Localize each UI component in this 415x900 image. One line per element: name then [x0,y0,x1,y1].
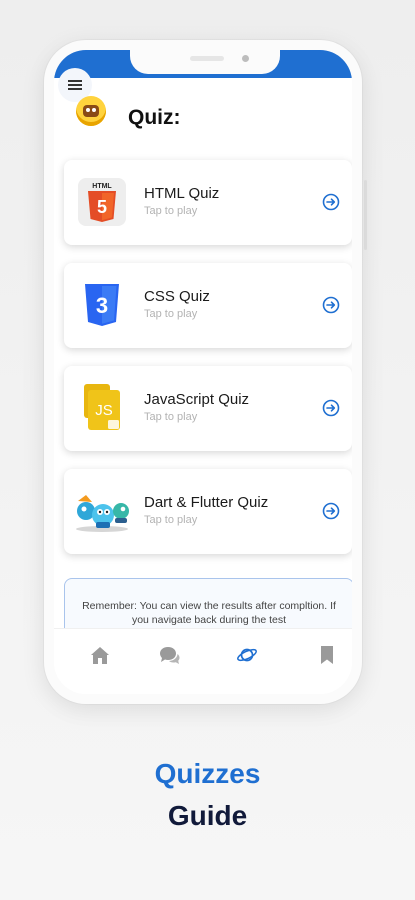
speaker-grille [190,56,224,61]
html5-logo-icon: HTML 5 [76,176,128,228]
quiz-mascot-logo [76,96,106,126]
page-title: Quiz: [128,106,181,129]
arrow-circle-right-icon[interactable] [322,193,340,211]
quiz-title: JavaScript Quiz [144,391,250,408]
app-screen: Quiz: HTML 5 HTML Quiz Tap to play 3 CSS… [54,50,352,694]
javascript-file-icon: JS [76,382,128,434]
quiz-card-css[interactable]: 3 CSS Quiz Tap to play [64,263,352,348]
quiz-title: CSS Quiz [144,288,210,305]
phone-notch [130,50,280,74]
quiz-subtitle: Tap to play [144,205,198,217]
js-badge-text: JS [95,402,113,419]
quiz-subtitle: Tap to play [144,411,198,423]
home-icon[interactable] [89,644,111,666]
css3-logo-icon: 3 [76,279,128,331]
bookmark-icon[interactable] [316,644,338,666]
chat-bubbles-icon[interactable] [158,644,180,666]
quiz-subtitle: Tap to play [144,308,198,320]
quiz-subtitle: Tap to play [144,514,198,526]
arrow-circle-right-icon[interactable] [322,502,340,520]
tagline-subtitle: Guide [167,800,248,831]
dart-flutter-mascots-icon [72,485,132,537]
arrow-circle-right-icon[interactable] [322,399,340,417]
status-bar [54,50,352,78]
quiz-title: HTML Quiz [144,185,220,202]
quiz-card-javascript[interactable]: JS JavaScript Quiz Tap to play [64,366,352,451]
front-camera [242,55,249,62]
phone-side-button [364,180,367,250]
html-badge-text: HTML [92,183,112,190]
quiz-title: Dart & Flutter Quiz [144,494,269,511]
phone-frame: Quiz: HTML 5 HTML Quiz Tap to play 3 CSS… [44,40,362,704]
svg-text:5: 5 [97,197,107,217]
notice-text: Remember: You can view the results after… [82,600,336,626]
tagline-title: Quizzes [154,758,261,789]
bottom-navigation [54,628,352,694]
quiz-card-dart-flutter[interactable]: Dart & Flutter Quiz Tap to play [64,469,352,554]
quiz-card-html[interactable]: HTML 5 HTML Quiz Tap to play [64,160,352,245]
svg-text:3: 3 [96,293,108,318]
planet-icon[interactable] [236,644,258,666]
arrow-circle-right-icon[interactable] [322,296,340,314]
